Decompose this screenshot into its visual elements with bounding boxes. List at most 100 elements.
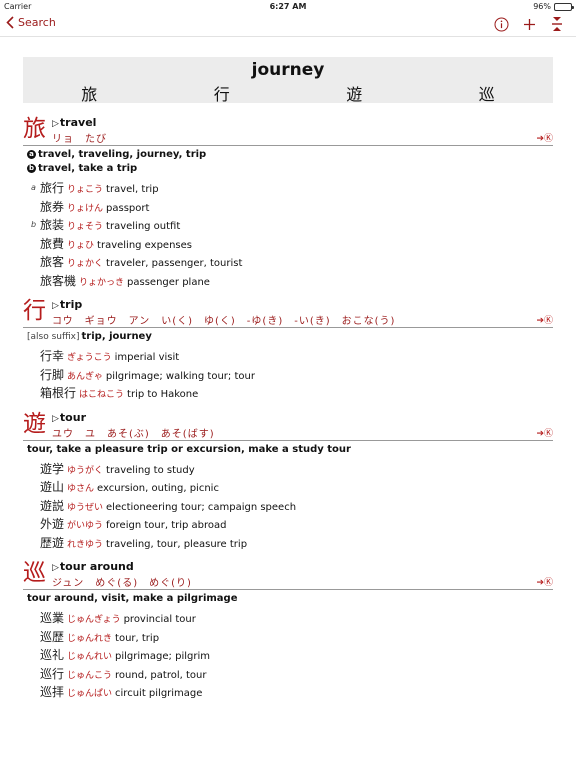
status-bar: Carrier 6:27 AM 96%: [0, 0, 576, 13]
compound-reading: じゅんこう: [67, 670, 113, 681]
compound-word: 旅客機: [40, 273, 77, 288]
compound-meaning: travel, trip: [106, 184, 159, 195]
entry-divider: [23, 327, 553, 328]
compound-meaning: traveler, passenger, tourist: [106, 258, 243, 269]
compound-row[interactable]: 旅費 りょひ traveling expenses: [23, 235, 553, 254]
kanji-detail-link-icon[interactable]: ➔Ⓚ: [536, 575, 553, 588]
compound-word: 旅行: [40, 181, 65, 195]
compound-word: 歴遊: [40, 535, 65, 550]
compound-meaning: electioneering tour; campaign speech: [106, 501, 297, 513]
compound-row[interactable]: 旅客 りょかく traveler, passenger, tourist: [23, 253, 553, 272]
info-button[interactable]: [492, 15, 510, 33]
kanji-summary-item[interactable]: 旅: [81, 81, 97, 105]
kanji-entry: 行 ▷trip コウ ギョウ アン い(く) ゆ(く) -ゆ(き) -い(き) おこ…: [23, 296, 553, 403]
kanji-summary-item[interactable]: 行: [214, 81, 230, 105]
compound-row[interactable]: 巡歴 じゅんれき tour, trip: [23, 628, 553, 647]
compound-row[interactable]: 遊山 ゆさん excursion, outing, picnic: [23, 478, 553, 497]
entry-kanji[interactable]: 巡: [23, 558, 46, 588]
compound-meaning: trip to Hakone: [127, 389, 199, 400]
entry-readings: ユウ ユ あそ(ぶ) あそ(ばす): [52, 428, 215, 440]
compound-row[interactable]: 行脚 あんぎゃ pilgrimage; walking tour; tour: [23, 366, 553, 385]
kanji-entry: 旅 ▷travel リョ たび ➔Ⓚ a travel, traveling, journ…: [23, 114, 553, 290]
kanji-detail-link-icon[interactable]: ➔Ⓚ: [536, 426, 553, 439]
compound-row[interactable]: b 旅装 りょそう traveling outfit: [23, 216, 553, 235]
compound-word: 外遊: [40, 517, 65, 531]
entry-header: 巡 ▷tour around ジュン めぐ(る) めぐ(り) ➔Ⓚ: [23, 558, 553, 592]
sense-text: trip, journey: [81, 331, 152, 342]
compound-reading: りょひ: [67, 240, 95, 251]
entry-meaning-text: travel: [59, 116, 97, 129]
entry-readings: コウ ギョウ アン い(く) ゆ(く) -ゆ(き) -い(き) おこな(う): [52, 316, 396, 327]
compound-row[interactable]: a 旅行 りょこう travel, trip: [23, 179, 553, 198]
compound-word: 巡行: [40, 666, 65, 681]
entry-divider: [23, 589, 553, 590]
entry-header: 遊 ▷tour ユウ ユ あそ(ぶ) あそ(ばす) ➔Ⓚ: [23, 409, 553, 443]
compound-meaning: passenger plane: [127, 276, 210, 288]
compound-row[interactable]: 巡業 じゅんぎょう provincial tour: [23, 609, 553, 628]
compound-meaning: traveling outfit: [106, 221, 181, 232]
kanji-entry: 遊 ▷tour ユウ ユ あそ(ぶ) あそ(ばす) ➔Ⓚ tour, take a pl…: [23, 409, 553, 553]
compound-reading: ゆうぜい: [67, 502, 104, 513]
sense-number-badge: a: [27, 150, 36, 159]
info-icon: [494, 17, 508, 31]
compound-reading: りょこう: [67, 185, 104, 195]
compound-row[interactable]: 遊学 ゆうがく traveling to study: [23, 460, 553, 479]
compound-meaning: passport: [106, 202, 150, 214]
kanji-summary-item[interactable]: 遊: [346, 81, 362, 105]
kanji-summary-item[interactable]: 巡: [479, 81, 495, 105]
compound-row[interactable]: 外遊 がいゆう foreign tour, trip abroad: [23, 515, 553, 534]
compound-row[interactable]: 旅客機 りょかっき passenger plane: [23, 272, 553, 291]
entry-kanji[interactable]: 遊: [23, 409, 46, 439]
chevron-left-icon: [6, 16, 14, 29]
sense-text: travel, traveling, journey, trip: [38, 149, 207, 160]
compound-reading: がいゆう: [67, 521, 104, 531]
sense-number-badge: b: [27, 164, 36, 173]
compound-reading: じゅんぱい: [67, 689, 113, 699]
entry-meaning: ▷tour: [52, 411, 86, 424]
entry-meaning: ▷travel: [52, 116, 96, 129]
collapse-icon: [552, 17, 562, 31]
compound-meaning: tour, trip: [115, 632, 160, 644]
kanji-entry: 巡 ▷tour around ジュン めぐ(る) めぐ(り) ➔Ⓚ tour aroun…: [23, 558, 553, 702]
compound-row[interactable]: 遊説 ゆうぜい electioneering tour; campaign spee…: [23, 497, 553, 516]
compound-row[interactable]: 旅券 りょけん passport: [23, 198, 553, 217]
compound-word: 旅客: [40, 255, 65, 269]
compound-meaning: excursion, outing, picnic: [97, 483, 219, 494]
entry-kanji[interactable]: 旅: [23, 114, 46, 144]
compound-word: 旅装: [40, 218, 65, 232]
compound-word: 巡歴: [40, 629, 65, 644]
compound-word: 遊説: [40, 498, 65, 513]
back-button-label: Search: [18, 16, 56, 29]
compound-row[interactable]: 箱根行 はこねこう trip to Hakone: [23, 384, 553, 403]
compound-reading: じゅんぎょう: [67, 615, 121, 625]
entry-meaning-text: tour: [59, 410, 86, 424]
entry-kanji[interactable]: 行: [23, 296, 46, 326]
search-term-header: journey 旅 行 遊 巡: [23, 57, 553, 105]
compound-reading: じゅんれき: [67, 633, 113, 644]
sense-line: b travel, take a trip: [23, 162, 553, 176]
triangle-icon: ▷: [52, 119, 59, 129]
add-button[interactable]: [520, 15, 538, 33]
compound-reading: りょかっき: [79, 277, 125, 288]
compound-row[interactable]: 行幸 ぎょうこう imperial visit: [23, 347, 553, 366]
compound-row[interactable]: 巡礼 じゅんれい pilgrimage; pilgrim: [23, 646, 553, 665]
compound-reading: はこねこう: [79, 390, 125, 400]
kanji-detail-link-icon[interactable]: ➔Ⓚ: [536, 131, 553, 144]
compound-list: 行幸 ぎょうこう imperial visit 行脚 あんぎゃ pilgrimage; w…: [23, 347, 553, 403]
compound-meaning: traveling expenses: [97, 239, 192, 251]
battery-indicator: 96%: [533, 2, 574, 11]
compound-reading: ゆさん: [67, 484, 95, 494]
compound-word: 旅券: [40, 199, 65, 214]
kanji-detail-link-icon[interactable]: ➔Ⓚ: [536, 313, 553, 326]
compound-row[interactable]: 歴遊 れきゆう traveling, tour, pleasure trip: [23, 534, 553, 553]
compound-row[interactable]: 巡行 じゅんこう round, patrol, tour: [23, 665, 553, 684]
back-button[interactable]: Search: [6, 16, 56, 29]
compound-meaning: traveling to study: [106, 464, 195, 476]
compound-row[interactable]: 巡拝 じゅんぱい circuit pilgrimage: [23, 683, 553, 702]
compound-sense-mark: b: [31, 220, 37, 229]
sense-line: a travel, traveling, journey, trip: [23, 148, 553, 162]
entry-header: 行 ▷trip コウ ギョウ アン い(く) ゆ(く) -ゆ(き) -い(き) おこ…: [23, 296, 553, 330]
collapse-button[interactable]: [548, 15, 566, 33]
triangle-icon: ▷: [52, 563, 59, 573]
compound-reading: りょかく: [67, 259, 104, 269]
